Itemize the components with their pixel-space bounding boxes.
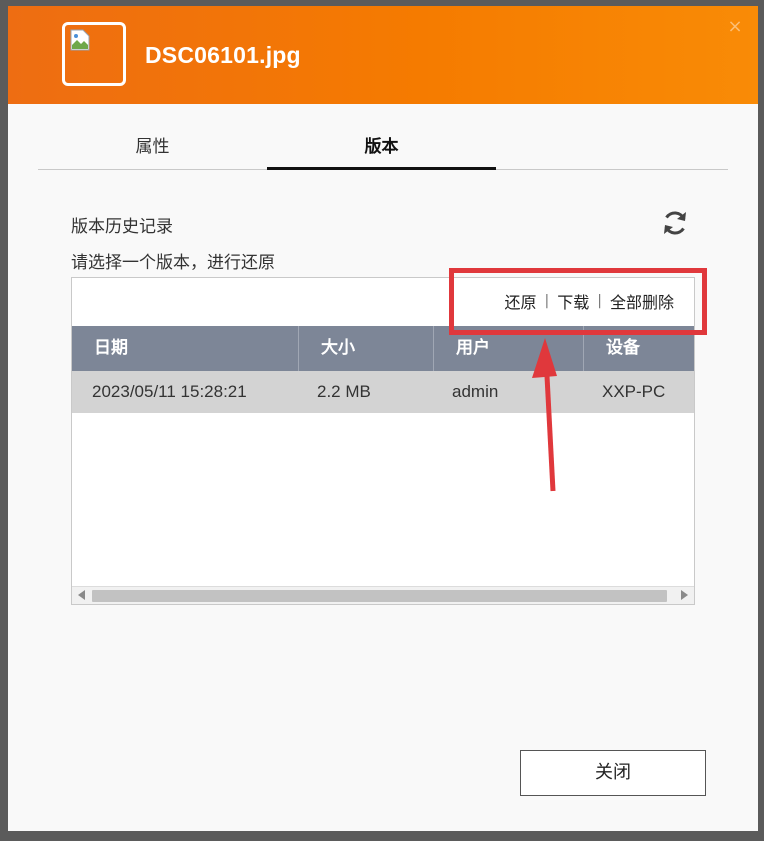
close-icon[interactable]: ×	[726, 18, 744, 36]
version-table: 日期 大小 用户 设备 2023/05/11 15:28:21 2.2 MB a…	[72, 326, 694, 413]
scroll-right-icon[interactable]	[681, 590, 688, 600]
file-thumbnail	[62, 22, 126, 86]
version-history-description: 请选择一个版本，进行还原	[71, 253, 275, 273]
tab-versions[interactable]: 版本	[267, 130, 496, 170]
column-header-size[interactable]: 大小	[299, 326, 434, 371]
column-header-date[interactable]: 日期	[72, 326, 299, 371]
cell-size: 2.2 MB	[317, 382, 371, 401]
scroll-left-icon[interactable]	[78, 590, 85, 600]
tab-properties[interactable]: 属性	[38, 130, 267, 170]
annotation-highlight-box	[449, 268, 707, 335]
version-dialog: DSC06101.jpg × 属性 版本 版本历史记录 请选择一个版本，进行还原…	[8, 6, 758, 831]
broken-image-icon	[70, 29, 90, 51]
dialog-header: DSC06101.jpg ×	[8, 6, 758, 104]
close-button[interactable]: 关闭	[520, 750, 706, 796]
cell-device: XXP-PC	[602, 382, 666, 401]
horizontal-scrollbar[interactable]	[72, 586, 694, 604]
scrollbar-thumb[interactable]	[92, 590, 667, 602]
cell-date: 2023/05/11 15:28:21	[92, 382, 247, 401]
annotation-arrow-icon	[532, 338, 557, 492]
table-row[interactable]: 2023/05/11 15:28:21 2.2 MB admin XXP-PC	[72, 371, 694, 413]
version-history-title: 版本历史记录	[71, 217, 173, 237]
refresh-icon[interactable]	[660, 208, 690, 238]
tab-bar: 属性 版本	[38, 130, 728, 170]
file-name-title: DSC06101.jpg	[145, 42, 301, 68]
